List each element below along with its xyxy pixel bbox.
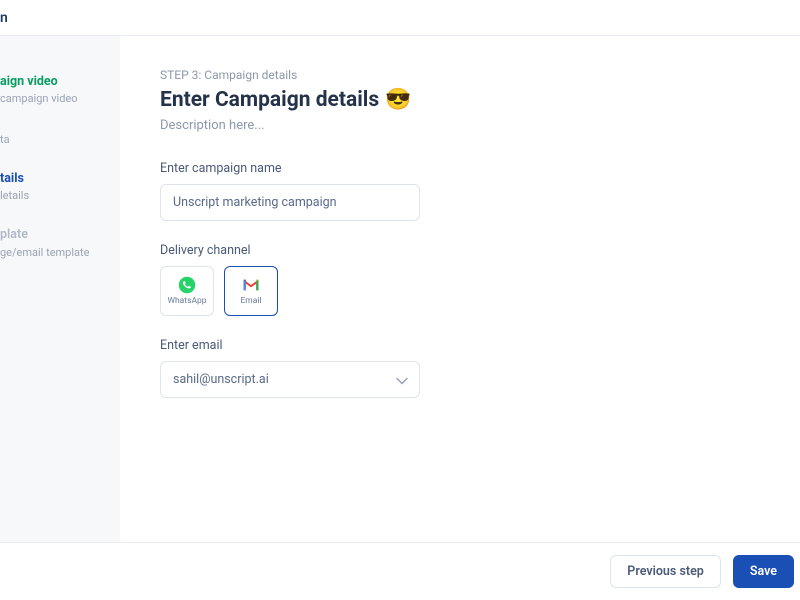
delivery-channel-options: WhatsApp Email xyxy=(160,266,760,316)
campaign-name-label: Enter campaign name xyxy=(160,161,760,176)
step-subtitle: campaign video xyxy=(0,92,120,106)
page-description: Description here... xyxy=(160,118,760,133)
email-field: Enter email xyxy=(160,338,760,398)
sidebar-step-2[interactable]: ta xyxy=(0,123,120,163)
sidebar-step-1[interactable]: aign video campaign video xyxy=(0,66,120,123)
gmail-icon xyxy=(242,276,260,294)
step-subtitle: letails xyxy=(0,189,120,203)
footer-bar: Previous step Save xyxy=(0,542,800,600)
save-button[interactable]: Save xyxy=(733,555,794,588)
step-subtitle: ge/email template xyxy=(0,246,120,260)
delivery-channel-label: Delivery channel xyxy=(160,243,760,258)
header-title: n xyxy=(0,10,8,26)
email-label: Enter email xyxy=(160,338,760,353)
channel-email[interactable]: Email xyxy=(224,266,278,316)
step-indicator: STEP 3: Campaign details xyxy=(160,68,760,82)
main-content: STEP 3: Campaign details Enter Campaign … xyxy=(120,36,800,542)
channel-label: WhatsApp xyxy=(167,296,206,306)
title-text: Enter Campaign details xyxy=(160,88,379,112)
sunglasses-emoji-icon: 😎 xyxy=(385,88,411,112)
sidebar-step-3[interactable]: tails letails xyxy=(0,163,120,220)
step-title: tails xyxy=(0,171,120,187)
step-title: aign video xyxy=(0,74,120,90)
channel-label: Email xyxy=(240,296,261,306)
email-select-wrap xyxy=(160,361,420,398)
wizard-sidebar: aign video campaign video ta tails letai… xyxy=(0,36,120,542)
email-select[interactable] xyxy=(160,361,420,398)
campaign-name-field: Enter campaign name xyxy=(160,161,760,221)
previous-step-button[interactable]: Previous step xyxy=(610,555,721,588)
page-title: Enter Campaign details 😎 xyxy=(160,88,760,112)
step-title: plate xyxy=(0,227,120,243)
campaign-name-input[interactable] xyxy=(160,184,420,221)
sidebar-step-4[interactable]: plate ge/email template xyxy=(0,219,120,276)
layout: aign video campaign video ta tails letai… xyxy=(0,36,800,542)
step-subtitle: ta xyxy=(0,133,120,147)
whatsapp-icon xyxy=(178,276,196,294)
channel-whatsapp[interactable]: WhatsApp xyxy=(160,266,214,316)
page-header: n xyxy=(0,0,800,36)
delivery-channel-field: Delivery channel WhatsApp xyxy=(160,243,760,316)
